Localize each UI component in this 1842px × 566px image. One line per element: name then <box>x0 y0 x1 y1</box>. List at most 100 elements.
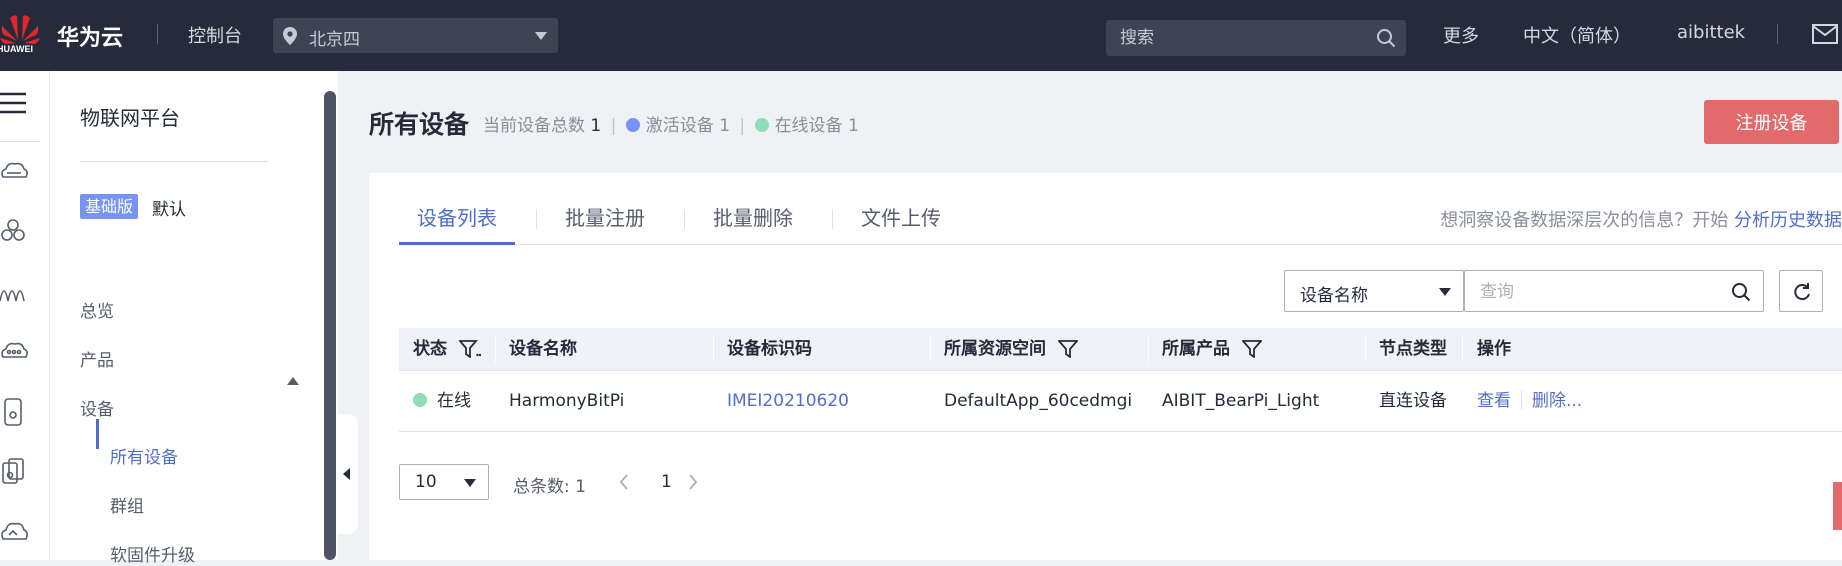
nav-scrollbar[interactable] <box>324 91 336 560</box>
col-product: 所属产品 <box>1162 328 1263 370</box>
cloud-server-icon[interactable] <box>0 157 30 187</box>
cloud-icon[interactable] <box>0 517 30 547</box>
active-count: 1 <box>719 116 731 136</box>
query-input[interactable] <box>1480 280 1710 304</box>
divider: | <box>739 116 746 136</box>
active-dot-icon <box>625 118 640 132</box>
refresh-icon <box>1794 283 1810 301</box>
logo-wordmark: HUAWEI <box>0 44 33 54</box>
chevron-right-icon[interactable] <box>688 474 698 490</box>
sidebar-item-all-devices[interactable]: 所有设备 <box>110 443 178 468</box>
collapse-sidebar-button[interactable] <box>338 414 358 534</box>
total-count-label: 总条数: 1 <box>513 477 586 497</box>
delete-link[interactable]: 删除... <box>1532 391 1582 411</box>
device-icon[interactable] <box>0 457 30 487</box>
global-search[interactable] <box>1106 20 1406 56</box>
tab-file-upload[interactable]: 文件上传 <box>843 203 959 245</box>
active-label: 激活设备 <box>645 116 714 136</box>
search-input[interactable] <box>1120 26 1360 50</box>
brand-name[interactable]: 华为云 <box>57 20 123 52</box>
divider <box>536 209 537 229</box>
insight-tip: 想洞察设备数据深层次的信息？开始 分析历史数据 <box>1440 206 1842 232</box>
phone-icon[interactable] <box>0 397 30 427</box>
page-size-select[interactable]: 10 <box>399 464 489 500</box>
nav-title: 物联网平台 <box>80 106 180 130</box>
chevron-up-icon[interactable] <box>287 377 299 385</box>
filter-icon[interactable] <box>1241 340 1263 359</box>
divider <box>832 209 833 229</box>
filter-field-select[interactable]: 设备名称 <box>1284 270 1464 312</box>
chevron-left-icon[interactable] <box>619 474 629 490</box>
page-title: 所有设备 <box>369 110 470 139</box>
col-status-label: 状态 <box>413 339 447 359</box>
search-icon[interactable] <box>1376 28 1396 48</box>
filter-icon[interactable] <box>458 340 482 359</box>
device-id-link[interactable]: IMEI20210620 <box>727 371 849 433</box>
online-label: 在线设备 <box>774 116 843 136</box>
filter-icon[interactable] <box>1057 340 1079 359</box>
divider <box>1777 24 1778 44</box>
tab-batch-register[interactable]: 批量注册 <box>547 203 663 245</box>
feedback-tab[interactable] <box>1833 482 1842 530</box>
space-cell: DefaultApp_60cedmgi <box>944 391 1133 411</box>
chevron-down-icon <box>464 479 476 487</box>
online-count: 1 <box>847 116 859 136</box>
edition-badge: 基础版 <box>80 194 139 219</box>
pagination: 10 总条数: 1 1 <box>399 464 999 500</box>
active-indicator <box>96 419 99 449</box>
sidebar-item-firmware[interactable]: 软固件升级 <box>110 541 195 566</box>
register-device-button[interactable]: 注册设备 <box>1704 100 1839 144</box>
search-icon[interactable] <box>1731 282 1751 302</box>
region-label: 北京四 <box>309 30 360 50</box>
divider: | <box>610 116 617 136</box>
status-text: 在线 <box>437 391 471 411</box>
more-menu[interactable]: 更多 <box>1443 22 1479 48</box>
divider <box>157 24 158 44</box>
col-node-type: 节点类型 <box>1379 339 1447 359</box>
language-menu[interactable]: 中文（简体） <box>1523 22 1631 48</box>
cloud-network-icon[interactable] <box>0 337 30 367</box>
total-label: 当前设备总数 <box>483 116 585 136</box>
mail-icon[interactable] <box>1812 24 1838 44</box>
query-box[interactable] <box>1464 270 1764 312</box>
divider <box>930 336 931 362</box>
user-menu[interactable]: aibittek <box>1677 22 1745 43</box>
device-name-cell: HarmonyBitPi <box>509 391 625 411</box>
divider <box>684 209 685 229</box>
current-page[interactable]: 1 <box>661 472 672 492</box>
chevron-down-icon <box>1439 288 1451 296</box>
divider <box>1365 336 1366 362</box>
signal-icon[interactable] <box>0 277 30 307</box>
sidebar-item-overview[interactable]: 总览 <box>80 297 114 322</box>
view-link[interactable]: 查看 <box>1477 391 1511 411</box>
cluster-icon[interactable] <box>0 217 30 247</box>
col-device-name: 设备名称 <box>509 339 577 359</box>
sidebar-item-group[interactable]: 群组 <box>110 492 144 517</box>
refresh-button[interactable] <box>1779 270 1823 312</box>
console-link[interactable]: 控制台 <box>188 22 242 48</box>
insight-text: 想洞察设备数据深层次的信息？开始 <box>1440 210 1729 231</box>
divider <box>1521 390 1522 410</box>
edition-label[interactable]: 默认 <box>152 195 186 220</box>
col-actions: 操作 <box>1477 339 1511 359</box>
sidebar-item-product[interactable]: 产品 <box>80 346 114 371</box>
divider <box>713 336 714 362</box>
region-selector[interactable]: 北京四 <box>273 18 558 53</box>
tab-batch-delete[interactable]: 批量删除 <box>695 203 811 245</box>
col-space: 所属资源空间 <box>944 328 1079 370</box>
tab-device-list[interactable]: 设备列表 <box>399 203 515 245</box>
col-product-label: 所属产品 <box>1162 339 1230 359</box>
total-count: 1 <box>590 116 602 136</box>
product-cell: AIBIT_BearPi_Light <box>1162 391 1320 411</box>
table-header: 状态 设备名称 设备标识码 所属资源空间 所属产品 节点类型 操作 <box>399 328 1842 370</box>
device-list-card: 设备列表 批量注册 批量删除 文件上传 想洞察设备数据深层次的信息？开始 分析历… <box>369 173 1842 560</box>
analyze-history-link[interactable]: 分析历史数据 <box>1734 210 1842 231</box>
location-pin-icon <box>283 27 297 45</box>
col-device-id: 设备标识码 <box>727 339 812 359</box>
col-space-label: 所属资源空间 <box>944 339 1046 359</box>
sidebar-item-device[interactable]: 设备 <box>80 395 114 420</box>
menu-icon[interactable] <box>0 89 30 119</box>
divider <box>0 141 40 142</box>
node-type-cell: 直连设备 <box>1379 391 1447 411</box>
secondary-nav: 物联网平台 基础版 默认 总览 产品 设备 所有设备 群组 软固件升级 <box>50 71 338 566</box>
